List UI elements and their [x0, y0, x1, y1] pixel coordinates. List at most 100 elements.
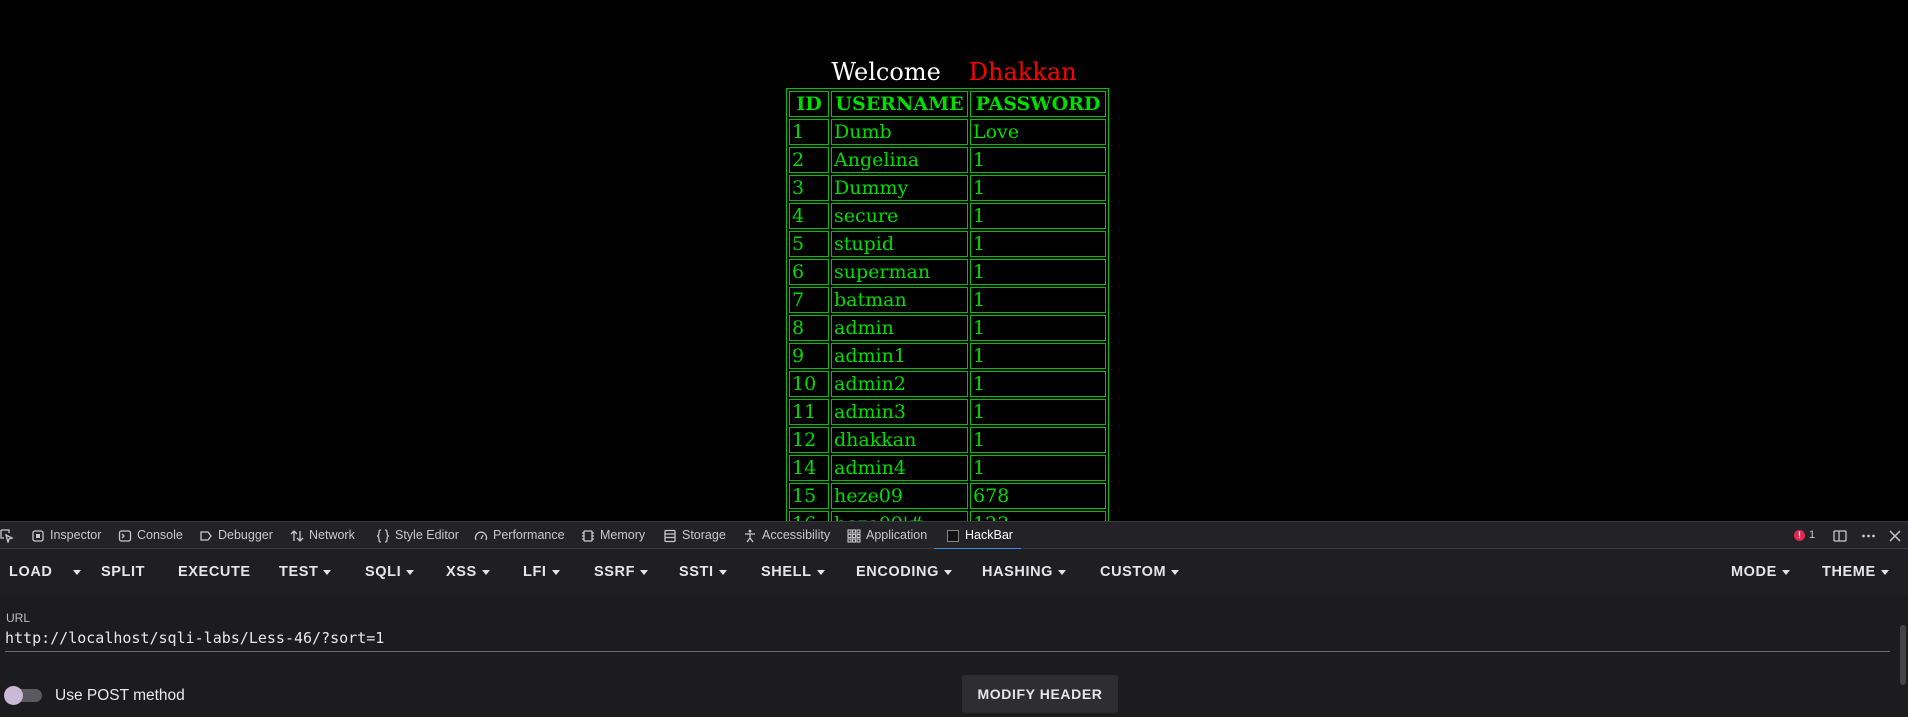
hashing-menu[interactable]: HASHING: [982, 549, 1067, 595]
username-cell: admin2: [831, 371, 968, 397]
devtools-tab-bar: Inspector Console Debugger Network Style…: [0, 521, 1908, 550]
mode-menu-label: MODE: [1731, 564, 1777, 580]
custom-menu-label: CUSTOM: [1100, 564, 1167, 580]
password-cell: 1: [970, 147, 1106, 173]
error-count: 1: [1809, 529, 1816, 541]
table-row: 15 heze09 678: [789, 483, 1106, 509]
xss-menu[interactable]: XSS: [446, 549, 490, 595]
split-button[interactable]: SPLIT: [101, 549, 145, 595]
execute-button[interactable]: EXECUTE: [178, 549, 251, 595]
storage-icon: [664, 529, 676, 542]
hackbar-icon: [947, 529, 959, 542]
table-row: 4 secure 1: [789, 203, 1106, 229]
password-cell: 1: [970, 371, 1106, 397]
hashing-menu-label: HASHING: [982, 564, 1054, 580]
chevron-down-icon: [640, 569, 649, 575]
error-indicator[interactable]: ! 1: [1794, 522, 1815, 549]
username-cell: admin4: [831, 455, 968, 481]
welcome-line: Welcome Dhakkan: [0, 58, 1908, 86]
username-cell: admin: [831, 315, 968, 341]
scrollbar[interactable]: [1900, 625, 1906, 685]
load-button[interactable]: LOAD: [9, 549, 52, 595]
tab-memory[interactable]: Memory: [581, 522, 645, 549]
theme-menu[interactable]: THEME: [1822, 549, 1889, 595]
load-dropdown-button[interactable]: [68, 549, 81, 595]
chevron-down-icon: [481, 569, 490, 575]
post-method-toggle[interactable]: [4, 686, 42, 705]
id-cell: 3: [789, 175, 829, 201]
more-options-icon[interactable]: [1861, 522, 1876, 549]
tab-debugger[interactable]: Debugger: [199, 522, 273, 549]
password-cell: 1: [970, 203, 1106, 229]
table-row: 3 Dummy 1: [789, 175, 1106, 201]
tab-inspector-label: Inspector: [50, 528, 102, 542]
username-cell: admin3: [831, 399, 968, 425]
encoding-menu[interactable]: ENCODING: [856, 549, 952, 595]
table-row: 10 admin2 1: [789, 371, 1106, 397]
password-cell: 1: [970, 455, 1106, 481]
table-row: 6 superman 1: [789, 259, 1106, 285]
console-icon: [118, 529, 132, 542]
username-cell: dhakkan: [831, 427, 968, 453]
username-cell: Angelina: [831, 147, 968, 173]
table-row: 5 stupid 1: [789, 231, 1106, 257]
ssrf-menu[interactable]: SSRF: [594, 549, 649, 595]
url-input[interactable]: [5, 625, 1890, 652]
id-cell: 16: [789, 511, 829, 521]
page-viewport: Welcome Dhakkan ID USERNAME PASSWORD 1 Dum…: [0, 0, 1908, 521]
lfi-menu-label: LFI: [523, 564, 547, 580]
table-row: 2 Angelina 1: [789, 147, 1106, 173]
ssti-menu-label: SSTI: [679, 564, 714, 580]
tab-accessibility-label: Accessibility: [762, 528, 831, 542]
chevron-down-icon: [816, 569, 825, 575]
chevron-down-icon: [1171, 569, 1180, 575]
table-header-row: ID USERNAME PASSWORD: [789, 91, 1106, 117]
tab-performance-label: Performance: [493, 528, 565, 542]
sqli-menu[interactable]: SQLI: [365, 549, 415, 595]
shell-menu[interactable]: SHELL: [761, 549, 825, 595]
sqli-menu-label: SQLI: [365, 564, 402, 580]
id-cell: 5: [789, 231, 829, 257]
encoding-menu-label: ENCODING: [856, 564, 939, 580]
modify-header-button[interactable]: MODIFY HEADER: [962, 675, 1118, 713]
tab-storage-label: Storage: [682, 528, 726, 542]
lfi-menu[interactable]: LFI: [523, 549, 560, 595]
custom-menu[interactable]: CUSTOM: [1100, 549, 1180, 595]
element-picker-icon[interactable]: [0, 522, 14, 549]
id-cell: 15: [789, 483, 829, 509]
id-cell: 8: [789, 315, 829, 341]
mode-menu[interactable]: MODE: [1731, 549, 1790, 595]
password-cell: 1: [970, 259, 1106, 285]
chevron-down-icon: [1058, 569, 1067, 575]
tab-network[interactable]: Network: [290, 522, 355, 549]
username-cell: superman: [831, 259, 968, 285]
chevron-down-icon: [1880, 569, 1889, 575]
id-cell: 4: [789, 203, 829, 229]
tab-storage[interactable]: Storage: [663, 522, 726, 549]
id-cell: 2: [789, 147, 829, 173]
ssti-menu[interactable]: SSTI: [679, 549, 727, 595]
password-cell: 1: [970, 287, 1106, 313]
tab-hackbar[interactable]: HackBar: [934, 522, 1021, 550]
xss-menu-label: XSS: [446, 564, 477, 580]
test-menu-label: TEST: [279, 564, 319, 580]
tab-console[interactable]: Console: [118, 522, 183, 549]
tab-application[interactable]: Application: [847, 522, 927, 549]
tab-accessibility[interactable]: Accessibility: [743, 522, 830, 549]
header-password: PASSWORD: [970, 91, 1106, 117]
id-cell: 11: [789, 399, 829, 425]
toggle-knob: [4, 686, 23, 705]
test-menu[interactable]: TEST: [279, 549, 332, 595]
shell-menu-label: SHELL: [761, 564, 812, 580]
close-icon[interactable]: [1889, 522, 1901, 549]
tab-style-editor-label: Style Editor: [395, 528, 459, 542]
tab-performance[interactable]: Performance: [474, 522, 565, 549]
tab-style-editor[interactable]: Style Editor: [376, 522, 459, 549]
id-cell: 1: [789, 119, 829, 145]
dock-side-icon[interactable]: [1833, 522, 1848, 549]
welcome-username: Dhakkan: [968, 58, 1077, 86]
username-cell: heze09'#: [831, 511, 968, 521]
memory-chip-icon: [582, 529, 594, 542]
tab-inspector[interactable]: Inspector: [31, 522, 101, 549]
id-cell: 9: [789, 343, 829, 369]
